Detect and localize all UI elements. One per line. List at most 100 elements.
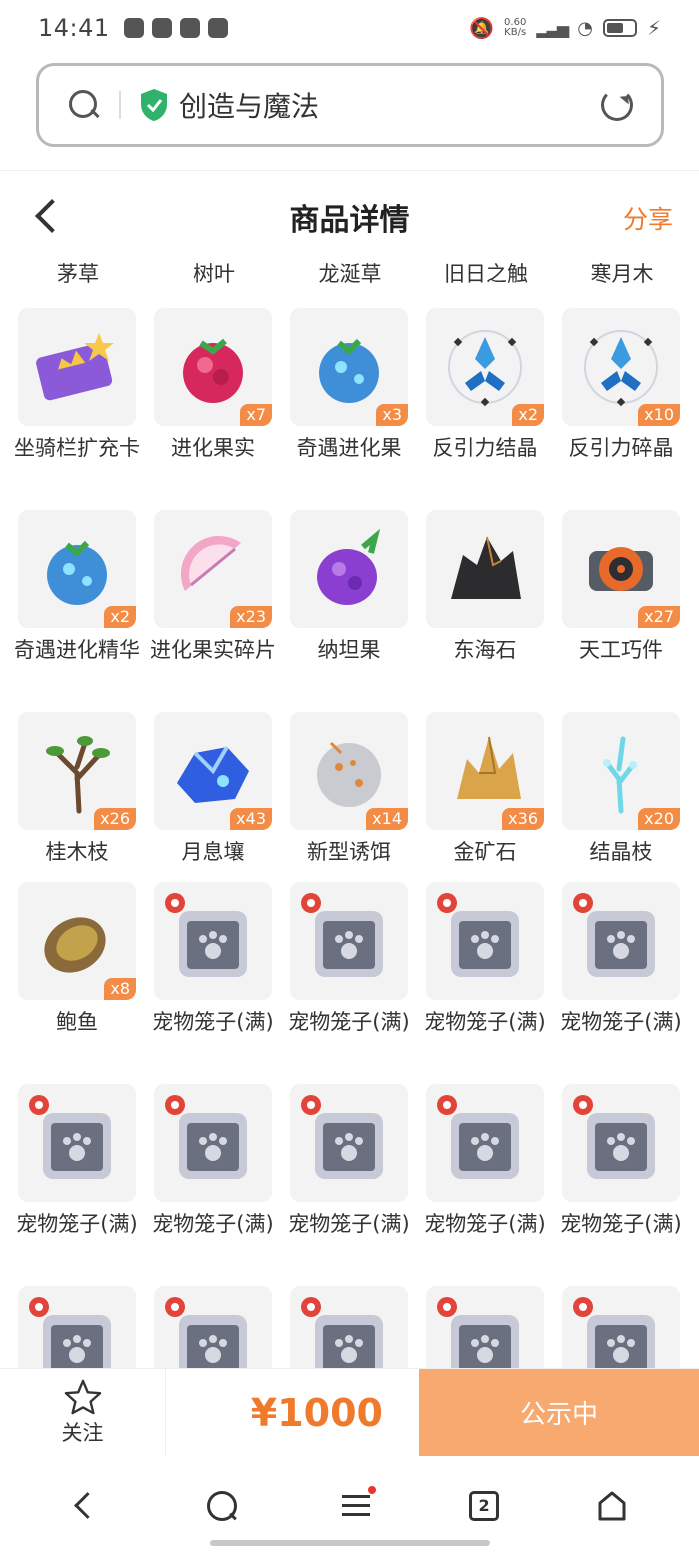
pet-cage-icon [290, 1084, 408, 1202]
item-name: 宠物笼子(满) [560, 1212, 682, 1236]
item-card[interactable]: x8 鲍鱼 [18, 882, 136, 1084]
notification-icons [123, 18, 228, 38]
item-name: 茅草 [57, 262, 99, 286]
system-icons: 🔕 0.60 KB/s ▂▃▅ ◔ ⚡ [469, 16, 661, 40]
wifi-icon: ◔ [577, 17, 593, 39]
item-name: 树叶 [193, 262, 235, 286]
page-title: 商品详情 [289, 203, 410, 238]
pet-cage-icon [426, 882, 544, 1000]
page-header: 商品详情 分享 [0, 186, 699, 248]
item-card[interactable]: 东海石 [426, 510, 544, 712]
item-card[interactable]: x7 进化果实 [154, 308, 272, 510]
branch-icon: x26 [18, 712, 136, 830]
pet-cage-icon [562, 882, 680, 1000]
item-card[interactable]: x14 新型诱饵 [290, 712, 408, 882]
item-name: 进化果实碎片 [150, 638, 276, 662]
item-card[interactable]: 宠物笼子(满) [560, 1084, 682, 1286]
item-card[interactable]: 纳坦果 [290, 510, 408, 712]
item-card[interactable]: x23 进化果实碎片 [150, 510, 276, 712]
item-name: 宠物笼子(满) [16, 1212, 138, 1236]
item-name: 寒月木 [590, 262, 654, 286]
item-card[interactable]: x2 反引力结晶 [426, 308, 544, 510]
item-name: 奇遇进化果 [296, 436, 402, 460]
app-notification-icon [123, 18, 144, 38]
back-button[interactable] [34, 200, 64, 230]
item-name: 宠物笼子(满) [288, 1010, 410, 1034]
item-card[interactable]: x36 金矿石 [426, 712, 544, 882]
mail-icon [151, 18, 172, 38]
card-icon [18, 308, 136, 426]
nav-search-icon[interactable] [200, 1484, 244, 1528]
crystal-icon: x2 [426, 308, 544, 426]
menu-icon[interactable] [334, 1484, 378, 1528]
battery-icon [602, 19, 637, 37]
item-card[interactable]: 宠物笼子(满) [288, 1084, 410, 1286]
item-card[interactable]: 宠物笼子(满) [424, 1084, 546, 1286]
quantity-badge: x10 [638, 404, 680, 426]
item-card[interactable]: 宠物笼子(满) [288, 882, 410, 1084]
home-icon[interactable] [590, 1484, 634, 1528]
pet-cage-icon [562, 1084, 680, 1202]
tabs-button[interactable]: 2 [469, 1490, 500, 1521]
status-button[interactable]: 公示中 [419, 1369, 699, 1456]
gear-part-icon: x27 [562, 510, 680, 628]
quantity-badge: x7 [240, 404, 272, 426]
pet-cage-icon [290, 882, 408, 1000]
item-card[interactable]: x20 结晶枝 [562, 712, 680, 882]
item-card[interactable]: x26 桂木枝 [18, 712, 136, 882]
item-card[interactable]: x3 奇遇进化果 [290, 308, 408, 510]
item-name: 月息壤 [181, 840, 245, 864]
clock: 14:41 [38, 14, 110, 42]
item-card[interactable]: 宠物笼子(满) [424, 882, 546, 1084]
black-rock-icon [426, 510, 544, 628]
item-name: 宠物笼子(满) [152, 1010, 274, 1034]
share-button[interactable]: 分享 [623, 200, 673, 236]
star-icon [64, 1379, 101, 1414]
nav-back-icon[interactable] [65, 1484, 109, 1528]
item-card[interactable]: 宠物笼子(满) [152, 882, 274, 1084]
item-card[interactable]: x27 天工巧件 [562, 510, 680, 712]
quantity-badge: x2 [512, 404, 544, 426]
quantity-badge: x20 [638, 808, 680, 830]
item-card[interactable]: 宠物笼子(满) [560, 882, 682, 1084]
item-name: 宠物笼子(满) [424, 1212, 546, 1236]
price: ¥1000 [250, 1390, 383, 1435]
item-name: 宠物笼子(满) [560, 1010, 682, 1034]
pet-cage-icon [154, 1084, 272, 1202]
item-card[interactable]: x43 月息壤 [154, 712, 272, 882]
raspberry-icon: x7 [154, 308, 272, 426]
follow-button[interactable]: 关注 [0, 1369, 166, 1456]
secure-shield-icon [141, 89, 167, 121]
follow-label: 关注 [61, 1420, 104, 1445]
blue-soil-icon: x43 [154, 712, 272, 830]
item-card[interactable]: x2 奇遇进化精华 [14, 510, 140, 712]
quantity-badge: x27 [638, 606, 680, 628]
mute-icon: 🔕 [469, 16, 495, 40]
notification-dot [368, 1485, 377, 1494]
item-card[interactable]: 宠物笼子(满) [16, 1084, 138, 1286]
address-bar[interactable]: 创造与魔法 [36, 63, 664, 147]
item-name: 纳坦果 [317, 638, 381, 662]
item-name: 金矿石 [453, 840, 517, 864]
quantity-badge: x36 [502, 808, 544, 830]
item-name: 宠物笼子(满) [152, 1212, 274, 1236]
item-card[interactable]: x10 反引力碎晶 [562, 308, 680, 510]
reload-icon[interactable] [601, 89, 633, 121]
item-card[interactable]: 宠物笼子(满) [152, 1084, 274, 1286]
pet-cage-icon [426, 1084, 544, 1202]
quantity-badge: x3 [376, 404, 408, 426]
status-bar: 14:41 🔕 0.60 KB/s ▂▃▅ ◔ ⚡ [0, 0, 699, 56]
site-title[interactable]: 创造与魔法 [179, 85, 319, 125]
purple-berry-icon [290, 510, 408, 628]
item-name: 旧日之触 [444, 262, 528, 286]
network-speed: 0.60 KB/s [504, 17, 527, 38]
item-name: 宠物笼子(满) [288, 1212, 410, 1236]
pet-cage-icon [18, 1084, 136, 1202]
gold-ore-icon: x36 [426, 712, 544, 830]
item-card[interactable]: 坐骑栏扩充卡 [14, 308, 140, 510]
item-name: 奇遇进化精华 [14, 638, 140, 662]
search-icon[interactable] [67, 88, 101, 122]
action-bar: 关注 ¥1000 公示中 [0, 1368, 699, 1456]
crystal-icon: x10 [562, 308, 680, 426]
book-icon [207, 18, 228, 38]
